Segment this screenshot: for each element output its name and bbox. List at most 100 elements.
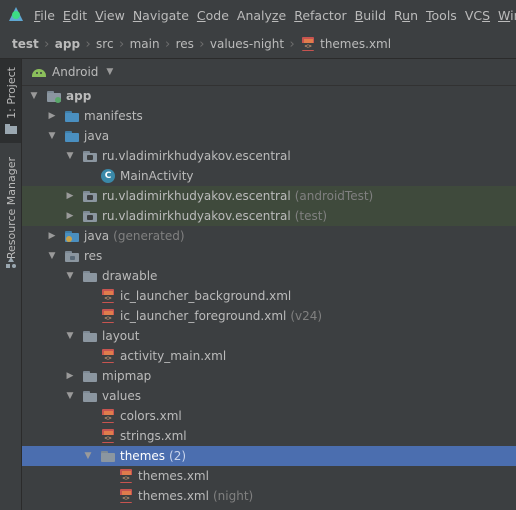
resource-manager-tool-tab[interactable]: Resource Manager xyxy=(0,151,21,271)
expand-arrow-down-icon[interactable]: ▼ xyxy=(64,150,76,162)
menu-window[interactable]: Window xyxy=(498,8,516,23)
menu-code[interactable]: Code xyxy=(197,8,229,23)
tree-row[interactable]: <> colors.xml xyxy=(22,406,516,426)
breadcrumb-item[interactable]: res xyxy=(176,37,194,51)
tree-item-label: themes xyxy=(120,449,166,463)
tree-row[interactable]: ▼ app xyxy=(22,86,516,106)
tree-item-label: res xyxy=(84,249,103,263)
xml-file-icon: <> xyxy=(100,428,116,444)
tree-row[interactable]: <> activity_main.xml xyxy=(22,346,516,366)
breadcrumb-separator-icon: › xyxy=(289,36,295,52)
expand-arrow-right-icon[interactable]: ▶ xyxy=(46,110,58,122)
xml-file-icon: <> xyxy=(100,408,116,424)
tree-item-label: themes.xml xyxy=(138,469,209,483)
tree-item-label: java xyxy=(84,129,110,143)
folder-icon xyxy=(82,368,98,384)
view-mode-label: Android xyxy=(52,65,99,79)
tree-item-label: java xyxy=(84,229,110,243)
project-tree[interactable]: ▼ app ▶ manifests ▼ java ▼ ru.vladimirkhudyakov… xyxy=(22,86,516,510)
tree-row[interactable]: ▶ mipmap xyxy=(22,366,516,386)
tree-row[interactable]: <> themes.xml xyxy=(22,466,516,486)
breadcrumb-item[interactable]: test xyxy=(12,37,39,51)
tree-row[interactable]: ▶ ru.vladimirkhudyakov.escentral (test) xyxy=(22,206,516,226)
tree-item-qualifier: (v24) xyxy=(290,309,323,323)
package-icon xyxy=(82,208,98,224)
breadcrumb-item[interactable]: src xyxy=(96,37,114,51)
xml-file-icon: <> xyxy=(118,488,134,504)
tree-item-label: mipmap xyxy=(102,369,152,383)
tree-row[interactable]: ▼ values xyxy=(22,386,516,406)
res-folder-icon xyxy=(64,248,80,264)
view-mode-selector[interactable]: Android ▼ xyxy=(52,65,113,79)
menu-bar: File Edit View Navigate Code Analyze Refactor B… xyxy=(0,0,516,30)
resource-manager-icon xyxy=(5,257,17,269)
breadcrumb-item[interactable]: app xyxy=(55,37,80,51)
menu-refactor[interactable]: Refactor xyxy=(294,8,346,23)
expand-arrow-right-icon[interactable]: ▶ xyxy=(46,230,58,242)
tree-item-qualifier: (2) xyxy=(169,449,187,463)
tree-row[interactable]: <> ic_launcher_background.xml xyxy=(22,286,516,306)
menu-analyze[interactable]: Analyze xyxy=(237,8,286,23)
expand-arrow-right-icon[interactable]: ▶ xyxy=(64,210,76,222)
tree-item-qualifier: (night) xyxy=(212,489,254,503)
project-tool-tab[interactable]: 1: Project xyxy=(0,59,21,143)
menu-file[interactable]: File xyxy=(34,8,55,23)
menu-navigate[interactable]: Navigate xyxy=(133,8,189,23)
menu-tools[interactable]: Tools xyxy=(426,8,457,23)
expand-arrow-down-icon[interactable]: ▼ xyxy=(82,450,94,462)
tree-item-qualifier: (generated) xyxy=(113,229,185,243)
expand-arrow-right-icon[interactable]: ▶ xyxy=(64,370,76,382)
tree-row[interactable]: ▼ drawable xyxy=(22,266,516,286)
project-tab-label: 1: Project xyxy=(5,67,18,119)
tree-item-label: values xyxy=(102,389,142,403)
expand-arrow-down-icon[interactable]: ▼ xyxy=(46,250,58,262)
tree-item-label: ru.vladimirkhudyakov.escentral xyxy=(102,189,291,203)
tree-item-label: layout xyxy=(102,329,140,343)
tree-row[interactable]: C MainActivity xyxy=(22,166,516,186)
breadcrumb: test › app › src › main › res › values-night › <> the… xyxy=(0,30,516,59)
tree-item-label: themes.xml xyxy=(138,489,209,503)
folder-icon xyxy=(5,123,17,134)
menu-view[interactable]: View xyxy=(95,8,125,23)
breadcrumb-item[interactable]: values-night xyxy=(210,37,284,51)
expand-arrow-right-icon[interactable]: ▶ xyxy=(64,190,76,202)
expand-arrow-down-icon[interactable]: ▼ xyxy=(64,330,76,342)
expand-arrow-down-icon[interactable]: ▼ xyxy=(46,130,58,142)
expand-arrow-down-icon[interactable]: ▼ xyxy=(64,270,76,282)
tree-item-label: strings.xml xyxy=(120,429,187,443)
menu-build[interactable]: Build xyxy=(355,8,386,23)
chevron-down-icon: ▼ xyxy=(106,67,114,77)
expand-arrow-down-icon[interactable]: ▼ xyxy=(64,390,76,402)
expand-arrow-down-icon[interactable]: ▼ xyxy=(28,90,40,102)
tree-row[interactable]: ▶ ru.vladimirkhudyakov.escentral (androidT… xyxy=(22,186,516,206)
tree-item-label: colors.xml xyxy=(120,409,182,423)
breadcrumb-item[interactable]: themes.xml xyxy=(320,37,391,51)
menu-run[interactable]: Run xyxy=(394,8,418,23)
tree-row[interactable]: <> themes.xml (night) xyxy=(22,486,516,506)
package-icon xyxy=(82,188,98,204)
tree-row[interactable]: <> ic_launcher_foreground.xml (v24) xyxy=(22,306,516,326)
tree-item-label: ru.vladimirkhudyakov.escentral xyxy=(102,209,291,223)
breadcrumb-separator-icon: › xyxy=(199,36,205,52)
tree-row[interactable]: ▼ ru.vladimirkhudyakov.escentral xyxy=(22,146,516,166)
tree-row[interactable]: <> strings.xml xyxy=(22,426,516,446)
tree-row[interactable]: ▶ manifests xyxy=(22,106,516,126)
android-icon xyxy=(32,65,46,79)
app-module-icon xyxy=(46,88,62,104)
xml-file-icon: <> xyxy=(100,348,116,364)
tree-row[interactable]: ▼ java xyxy=(22,126,516,146)
xml-file-icon: <> xyxy=(118,468,134,484)
menu-vcs[interactable]: VCS xyxy=(465,8,490,23)
breadcrumb-item[interactable]: main xyxy=(130,37,160,51)
tree-item-label: drawable xyxy=(102,269,158,283)
tree-row[interactable]: ▼ themes (2) xyxy=(22,446,516,466)
tree-row[interactable]: ▶ java (generated) xyxy=(22,226,516,246)
tree-item-qualifier: (androidTest) xyxy=(294,189,374,203)
tree-row[interactable]: ▼ layout xyxy=(22,326,516,346)
tree-row[interactable]: ▼ res xyxy=(22,246,516,266)
folder-icon xyxy=(82,328,98,344)
menu-edit[interactable]: Edit xyxy=(63,8,87,23)
